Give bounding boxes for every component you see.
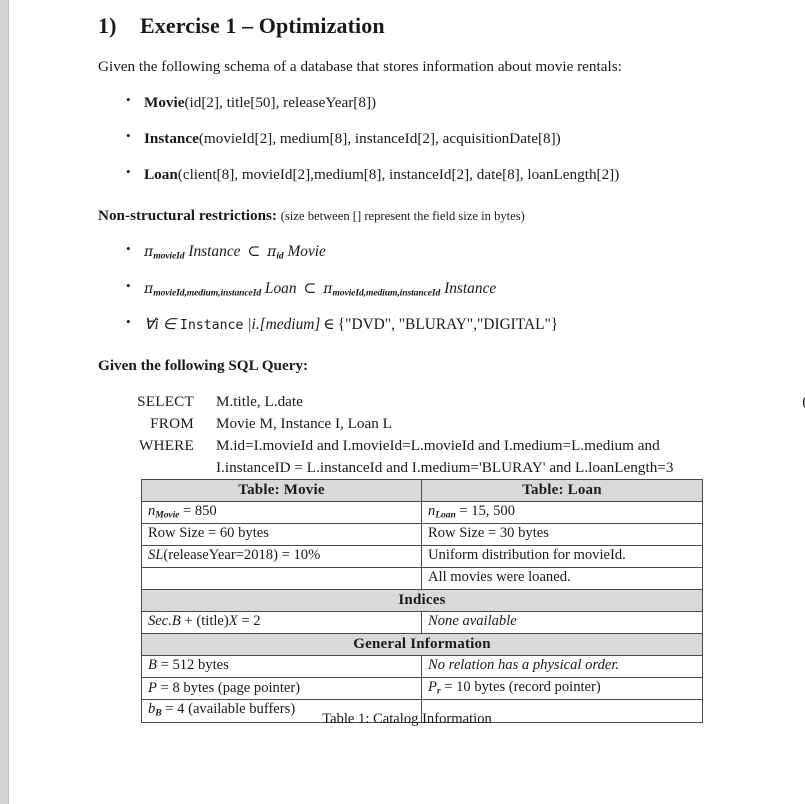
relation-fields: (movieId[2], medium[8], instanceId[2], a… bbox=[198, 129, 561, 147]
table-caption: Table 1: Catalog Information bbox=[322, 711, 492, 727]
section-header-indices: Indices bbox=[141, 589, 703, 613]
cell-movie-blank bbox=[141, 567, 422, 591]
projection-subscript: movieId,medium,instanceId bbox=[332, 287, 441, 299]
relation-operand: Instance bbox=[188, 243, 241, 261]
sql-text: I.instanceID = L.instanceId and I.medium… bbox=[216, 458, 674, 476]
sql-keyword: SELECT bbox=[137, 392, 194, 410]
table-row: All movies were loaned. bbox=[141, 567, 703, 591]
cell-movie-rowsize: Row Size = 60 bytes bbox=[141, 523, 422, 547]
cell-loan-index: None available bbox=[421, 611, 703, 635]
cell-physical-order: No relation has a physical order. bbox=[421, 655, 703, 679]
relation-operand: Instance bbox=[444, 279, 497, 297]
restrictions-note: (size between [] represent the field siz… bbox=[280, 209, 525, 224]
page-content: 1) Exercise 1 – Optimization Given the fo… bbox=[98, 0, 805, 479]
catalog-table-wrapper: Table: Movie Table: Loan nMovie = 850 nL… bbox=[141, 479, 703, 723]
projection-subscript: movieId,medium,instanceId bbox=[153, 287, 262, 299]
restrictions-label: Non-structural restrictions: bbox=[98, 207, 277, 225]
subset-operator: ⊂ bbox=[247, 243, 261, 261]
sql-text: Movie M, Instance I, Loan L bbox=[216, 414, 392, 432]
cell-movie-cardinality: nMovie = 850 bbox=[141, 500, 422, 525]
cell-movie-index: Sec.B + (title)X = 2 bbox=[141, 611, 422, 635]
cell-loan-distribution: Uniform distribution for movieId. bbox=[421, 545, 703, 569]
list-item: Movie(id[2], title[50], releaseYear[8]) bbox=[98, 92, 728, 113]
relation-name: Movie bbox=[144, 94, 185, 112]
table-row: P = 8 bytes (page pointer) Pr = 10 bytes… bbox=[141, 677, 703, 701]
table-row: B = 512 bytes No relation has a physical… bbox=[141, 655, 703, 679]
list-item: πmovieId,medium,instanceId Loan ⊂ πmovie… bbox=[98, 278, 728, 300]
sql-line: FROM Movie M, Instance I, Loan L bbox=[98, 413, 728, 435]
subset-operator: ⊂ bbox=[303, 279, 317, 297]
projection-operator: π bbox=[323, 280, 333, 297]
relation-name: Instance bbox=[144, 129, 199, 147]
sql-text: M.title, L.date bbox=[216, 392, 303, 410]
sql-text: M.id=I.movieId and I.movieId=L.movieId a… bbox=[216, 436, 660, 454]
cell-loan-rowsize: Row Size = 30 bytes bbox=[421, 523, 703, 547]
table-row: Sec.B + (title)X = 2 None available bbox=[141, 611, 703, 635]
constraint-value-set: {"DVD", "BLURAY","DIGITAL"} bbox=[337, 316, 559, 334]
projection-operator: π bbox=[144, 244, 154, 261]
section-header-general-information: General Information bbox=[141, 633, 703, 657]
page-title: 1) Exercise 1 – Optimization bbox=[98, 0, 728, 40]
non-structural-restrictions-heading: Non-structural restrictions: (size betwe… bbox=[98, 184, 728, 226]
relation-name: Loan bbox=[144, 165, 178, 183]
cell-page-pointer: P = 8 bytes (page pointer) bbox=[141, 677, 422, 701]
sql-query-block: (1) SELECT M.title, L.date FROM Movie M,… bbox=[98, 391, 805, 479]
projection-operator: π bbox=[267, 244, 277, 261]
projection-operator: π bbox=[144, 280, 154, 297]
table-row: Indices bbox=[141, 589, 703, 613]
table-row: Table: Movie Table: Loan bbox=[141, 479, 703, 502]
list-item: πmovieId Instance ⊂ πid Movie bbox=[98, 241, 728, 263]
membership-operator: ∈ bbox=[323, 316, 335, 334]
quantifier: ∀i ∈ bbox=[144, 316, 177, 334]
sql-keyword: WHERE bbox=[139, 436, 194, 454]
restrictions-list: πmovieId Instance ⊂ πid Movie πmovieId,m… bbox=[98, 241, 728, 335]
sql-keyword: FROM bbox=[150, 414, 194, 432]
exercise-number: 1) bbox=[98, 13, 117, 38]
page-left-edge bbox=[0, 0, 9, 804]
relation-operand: Loan bbox=[264, 279, 297, 297]
exercise-title: Exercise 1 – Optimization bbox=[140, 13, 385, 38]
sql-line: WHERE M.id=I.movieId and I.movieId=L.mov… bbox=[98, 435, 728, 457]
relation-fields: (id[2], title[50], releaseYear[8]) bbox=[184, 94, 377, 112]
list-item: Instance(movieId[2], medium[8], instance… bbox=[98, 128, 728, 149]
column-header-movie: Table: Movie bbox=[141, 479, 422, 502]
list-item: Loan(client[8], movieId[2],medium[8], in… bbox=[98, 164, 728, 185]
schema-list: Movie(id[2], title[50], releaseYear[8]) … bbox=[98, 92, 728, 185]
cell-block-size: B = 512 bytes bbox=[141, 655, 422, 679]
projection-subscript: id bbox=[276, 250, 284, 262]
intro-paragraph: Given the following schema of a database… bbox=[98, 57, 622, 75]
document-page: 1) Exercise 1 – Optimization Given the fo… bbox=[9, 0, 805, 804]
sql-line: SELECT M.title, L.date bbox=[98, 391, 728, 413]
table-row: nMovie = 850 nLoan = 15, 500 bbox=[141, 500, 703, 525]
sql-query-heading: Given the following SQL Query: bbox=[98, 356, 309, 374]
projection-subscript: movieId bbox=[153, 250, 185, 262]
cell-movie-selectivity: SL(releaseYear=2018) = 10% bbox=[141, 545, 422, 569]
relation-fields: (client[8], movieId[2],medium[8], instan… bbox=[177, 165, 620, 183]
constraint-attribute: |i.[medium] bbox=[247, 316, 321, 334]
table-row: General Information bbox=[141, 633, 703, 657]
list-item: ∀i ∈ Instance |i.[medium]∈{"DVD", "BLURA… bbox=[98, 314, 728, 335]
sql-line: I.instanceID = L.instanceId and I.medium… bbox=[98, 457, 728, 479]
table-row: SL(releaseYear=2018) = 10% Uniform distr… bbox=[141, 545, 703, 569]
table-row: Row Size = 60 bytes Row Size = 30 bytes bbox=[141, 523, 703, 547]
cell-loan-allloaned: All movies were loaned. bbox=[421, 567, 703, 591]
cell-record-pointer: Pr = 10 bytes (record pointer) bbox=[421, 677, 703, 701]
relation-operand: Movie bbox=[287, 243, 326, 261]
constraint-relation: Instance bbox=[179, 318, 244, 334]
column-header-loan: Table: Loan bbox=[421, 479, 703, 502]
cell-loan-cardinality: nLoan = 15, 500 bbox=[421, 500, 703, 525]
catalog-table: Table: Movie Table: Loan nMovie = 850 nL… bbox=[141, 479, 703, 723]
sql-keyword bbox=[98, 457, 216, 479]
